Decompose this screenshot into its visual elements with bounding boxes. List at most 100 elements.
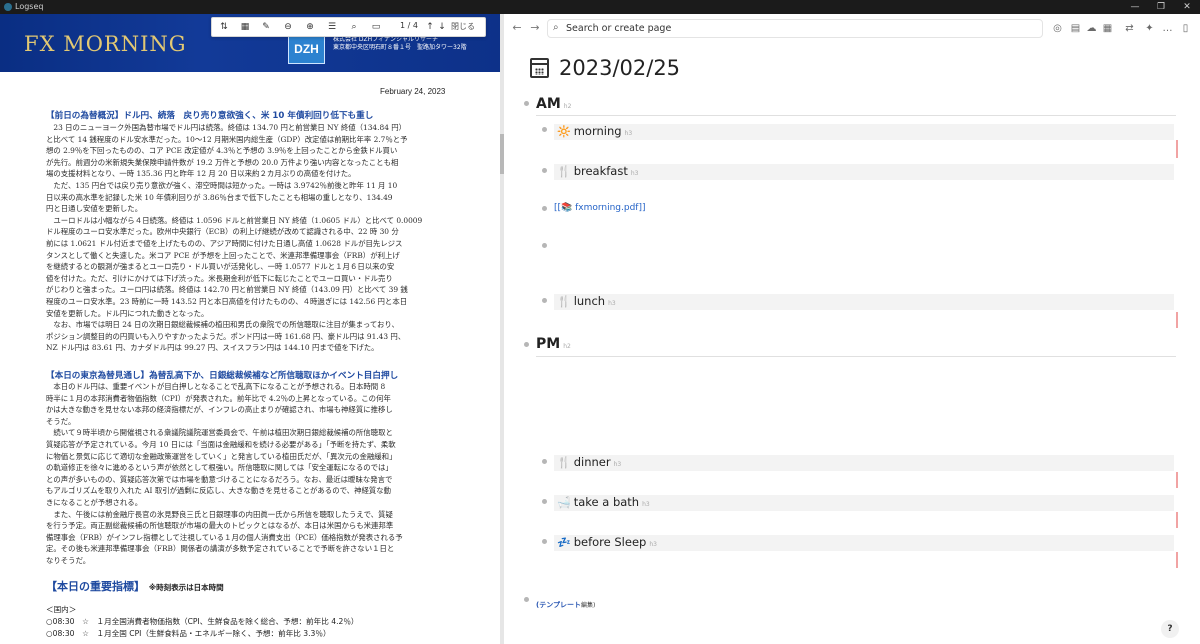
text-line: ユーロドルは小幅ながら４日続落。終値は 1.0596 ドルと前営業日 NY 終値… [46, 215, 423, 225]
text-line: 質疑応答が予定されている。今月 10 日には「当面は金融緩和を続ける必要がある」… [46, 439, 396, 449]
translate-icon[interactable]: ⇄ [1122, 21, 1137, 36]
section-body: 23 日のニューヨーク外国為替市場でドル円は続落。終値は 134.70 円と前営… [46, 122, 462, 354]
heading-level-hint: h3 [613, 461, 622, 468]
list-icon[interactable]: ☰ [324, 20, 340, 35]
block-bullet[interactable] [542, 298, 547, 303]
list-item: ○08:30 ☆ １月全国 CPI（生鮮食料品・エネルギー除く、予想：前年比 3… [46, 629, 331, 638]
page-indicator[interactable]: 1 / 4 [400, 21, 418, 30]
template-edit-link[interactable]: (テンプレート編集) [536, 600, 595, 610]
text-line: 程度のユーロ安水準。23 時前に一時 143.52 円と本日高値を付けたものの、… [46, 296, 408, 306]
maximize-button[interactable]: ❐ [1148, 0, 1174, 14]
zzz-icon: 💤 [557, 536, 571, 549]
forward-arrow-icon[interactable]: → [528, 21, 542, 35]
fork-knife-icon: 🍴 [557, 165, 571, 178]
outline-icon[interactable]: ⇅ [216, 20, 232, 35]
search-icon[interactable]: ⌕ [346, 20, 362, 35]
text-line: かは大きな動きを見せない本邦の経済指標だが、インフレの高止まりが確認され、市場も… [46, 405, 393, 415]
lunch-block[interactable]: 🍴 lunch h3 [557, 294, 616, 308]
text-line: が先行。前週分の米新規失業保険申請件数が 19.2 万件と予想の 20.0 万件… [46, 157, 399, 167]
text-line: 23 日のニューヨーク外国為替市場でドル円は続落。終値は 134.70 円と前営… [46, 123, 407, 132]
close-pdf-button[interactable]: 閉じる [451, 21, 475, 32]
minimize-button[interactable]: — [1122, 0, 1148, 14]
window-titlebar: Logseq — ❐ ✕ [0, 0, 1200, 14]
sleep-block[interactable]: 💤 before Sleep h3 [557, 535, 657, 549]
block-bullet[interactable] [524, 342, 529, 347]
zoom-in-icon[interactable]: ⊕ [302, 20, 318, 35]
morning-block[interactable]: 🔆 morning h3 [557, 124, 632, 138]
text-line: 想の 2.9％を下回ったものの、コア PCE 改定値が 4.3％と予想の 3.9… [46, 146, 398, 156]
pdf-toolbar: ⇅ ▦ ✎ ⊖ ⊕ ☰ ⌕ ▭ 1 / 4 ↑ ↓ 閉じる [211, 17, 486, 37]
pdf-page-link[interactable]: [[📚 fxmorning.pdf]] [554, 203, 646, 213]
logseq-app-icon [4, 3, 12, 11]
block-marker [1176, 512, 1178, 528]
text-line: 場の支援材料となり、一時 135.36 円と昨年 12 月 20 日以来約２カ月… [46, 169, 356, 179]
zoom-out-icon[interactable]: ⊖ [280, 20, 296, 35]
back-arrow-icon[interactable]: ← [510, 21, 524, 35]
block-label: before Sleep [573, 535, 647, 549]
page-title[interactable]: 2023/02/25 [559, 56, 680, 80]
list-header: ＜国内＞ [46, 605, 77, 614]
search-input[interactable]: ⌕ Search or create page [547, 19, 1043, 38]
window-title: Logseq [15, 2, 44, 11]
text-line: NZ ドル円は 83.61 円、カナダドル円は 99.27 円、スイスフラン円は… [46, 343, 379, 353]
block-bullet[interactable] [524, 597, 529, 602]
text-line: の軌道修正を徐々に進めるという声が依然として根強い。所信聴取に関しては「安全運転… [46, 463, 393, 473]
block-bullet[interactable] [524, 101, 529, 106]
block-bullet[interactable] [542, 127, 547, 132]
block-bullet[interactable] [542, 459, 547, 464]
journal-pane: ← → ⌕ Search or create page ◎ ▤ ☁ ▦ ⇄ ✦ … [504, 14, 1200, 644]
company-line: 東京都中央区明石町８番１号 聖路加タワー32階 [333, 44, 467, 51]
puzzle-icon[interactable]: ✦ [1142, 21, 1157, 36]
heading-level-hint: h3 [642, 501, 650, 508]
page-down-icon[interactable]: ↓ [434, 20, 450, 35]
am-heading[interactable]: AM h2 [536, 96, 571, 112]
block-marker [1176, 552, 1178, 568]
text-line: ただ、135 円台では戻り売り意欲が強く、滞空時間は短かった。一時は 3.974… [46, 180, 398, 190]
pdf-viewer[interactable]: FX MORNING DZH 株式会社 DZHフィナンシャルリサーチ 東京都中央… [0, 14, 500, 644]
highlight-pen-icon[interactable]: ✎ [258, 20, 274, 35]
text-line: を継続するとの観測が強まるとユーロ売り・ドル買いが活発化し、一時 1.0577 … [46, 262, 395, 272]
calendar-icon[interactable]: ▦ [1100, 21, 1115, 36]
block-bullet[interactable] [542, 206, 547, 211]
close-window-button[interactable]: ✕ [1174, 0, 1200, 14]
help-button[interactable]: ? [1161, 620, 1179, 638]
text-line: を行う予定。両正副総裁候補の所信聴取が市場の最大のトピックとはなるが、本日は米国… [46, 521, 394, 531]
report-date: February 24, 2023 [380, 87, 446, 96]
text-line: がじわりと強まった。ユーロ円は続落。終値は 142.70 円と前営業日 NY 終… [46, 285, 408, 295]
template-link-suffix: 編集) [581, 602, 596, 609]
text-line: に物価と景気に応じて適切な金融政策運営をしていく」と発言している植田氏だが、「異… [46, 451, 397, 461]
text-line: そうだ。 [46, 416, 76, 426]
text-line: 定。その後も米連邦準備理事会（FRB）関係者の講演が多数予定されていることで予断… [46, 544, 395, 554]
pm-heading[interactable]: PM h2 [536, 336, 571, 352]
sync-icon[interactable]: ◎ [1050, 21, 1065, 36]
block-bullet[interactable] [542, 539, 547, 544]
heading-level-hint: h3 [608, 300, 616, 307]
more-icon[interactable]: … [1160, 21, 1175, 36]
text-line: 安値を更新した。ドル円につれた動きとなった。 [46, 308, 209, 318]
sidebar-toggle-icon[interactable]: ▯ [1178, 21, 1193, 36]
cloud-icon[interactable]: ☁ [1084, 21, 1099, 36]
dinner-block[interactable]: 🍴 dinner h3 [557, 455, 621, 469]
breakfast-block[interactable]: 🍴 breakfast h3 [557, 164, 638, 178]
block-bullet[interactable] [542, 499, 547, 504]
block-bullet[interactable] [542, 243, 547, 248]
heading-text: PM [536, 336, 561, 352]
block-bullet[interactable] [542, 168, 547, 173]
text-line: との声が多いものの、質疑応答次第では市場を動意づけることになるだろう。なお、最近… [46, 474, 393, 484]
comment-icon[interactable]: ▭ [368, 20, 384, 35]
fx-morning-logo: FX MORNING [24, 32, 187, 56]
company-info: 株式会社 DZHフィナンシャルリサーチ 東京都中央区明石町８番１号 聖路加タワー… [333, 36, 467, 52]
block-background [554, 124, 1174, 140]
text-line: ポジション調整目的の円買いも入りやすかったようだ。ポンド円は一時 161.68 … [46, 331, 406, 341]
plugin-books-icon[interactable]: ▤ [1068, 21, 1083, 36]
search-placeholder: Search or create page [566, 23, 672, 34]
fork-knife-icon: 🍴 [557, 456, 571, 469]
bath-block[interactable]: 🛁 take a bath h3 [557, 495, 650, 509]
heading-level-hint: h3 [624, 130, 633, 137]
block-label: lunch [573, 294, 606, 308]
section-heading: 【本日の東京為替見通し】為替乱高下か、日銀総裁候補など所信聴取ほかイベント目白押… [46, 371, 399, 381]
area-select-icon[interactable]: ▦ [237, 20, 253, 35]
heading-divider [536, 356, 1176, 357]
search-icon: ⌕ [553, 22, 559, 33]
heading-level-hint: h2 [563, 103, 572, 110]
